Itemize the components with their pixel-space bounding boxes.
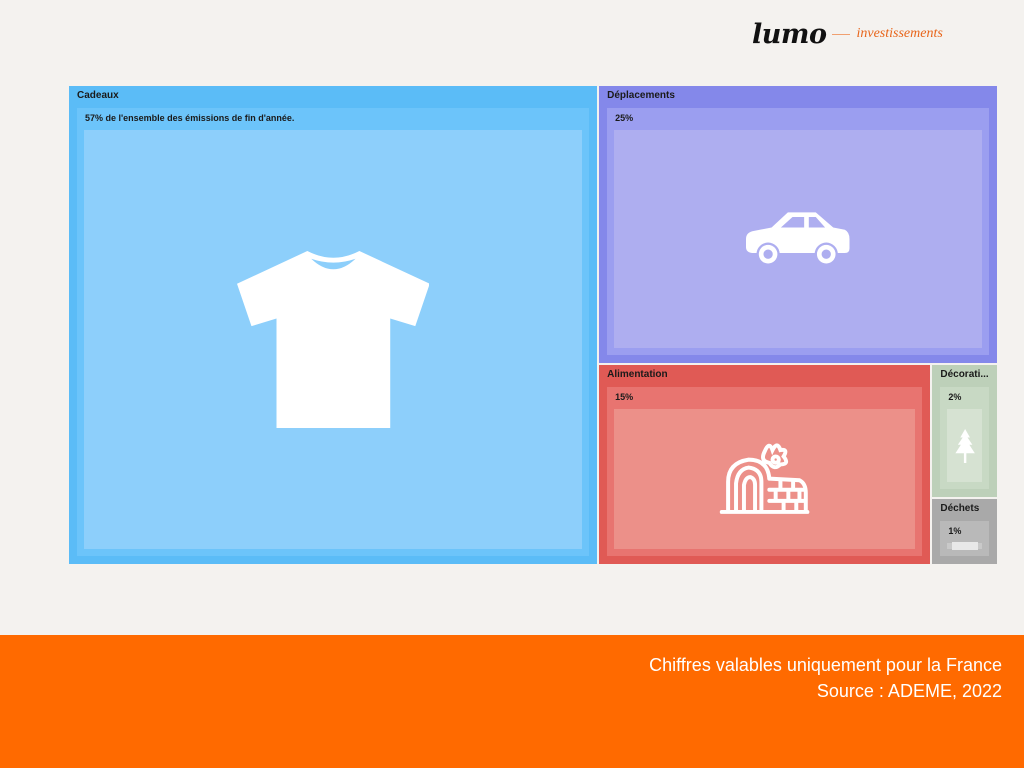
footer-note: Chiffres valables uniquement pour la Fra… [649,655,1002,675]
treemap-tile: Cadeaux 57% de l'ensemble des émissions d… [69,86,598,564]
tile-inner-panel: 2% [940,387,989,490]
tile-category-label: Déplacements [607,90,675,101]
bar-icon [951,542,978,550]
tile-value-label: 15% [615,392,634,403]
tile-icon-panel [614,409,916,549]
tile-category-label: Décorati... [940,369,989,381]
tshirt-icon [236,250,430,429]
car-icon [745,212,850,266]
treemap-tile: Alimentation 15% [599,365,931,564]
tile-inner-panel: 25% [607,108,989,356]
tile-icon-panel [84,130,583,549]
tile-category-label: Alimentation [607,369,668,381]
tile-value-label: 25% [615,113,634,123]
tile-category-label: Déchets [940,503,980,515]
tree-icon [954,428,975,463]
footer-source: Source : ADEME, 2022 [816,681,1002,701]
tile-value-label: 57% de l'ensemble des émissions de fin d… [85,113,295,123]
treemap-tile: Déplacements 25% [599,86,997,364]
tile-category-label: Cadeaux [77,90,119,101]
treemap-tile: Déchets 1% [932,499,997,564]
tile-icon-panel [947,542,982,550]
tile-inner-panel: 15% [607,387,923,556]
yule-log-icon [719,443,810,515]
tile-value-label: 1% [948,526,962,537]
tile-icon-panel [614,130,982,349]
tile-value-label: 2% [948,392,962,403]
tile-icon-panel [947,409,982,483]
tile-inner-panel: 57% de l'ensemble des émissions de fin d… [77,108,590,556]
treemap-tile: Décorati... 2% [932,365,997,498]
tile-inner-panel: 1% [940,521,989,556]
footer-banner: Chiffres valables uniquement pour la Fra… [0,635,1024,768]
